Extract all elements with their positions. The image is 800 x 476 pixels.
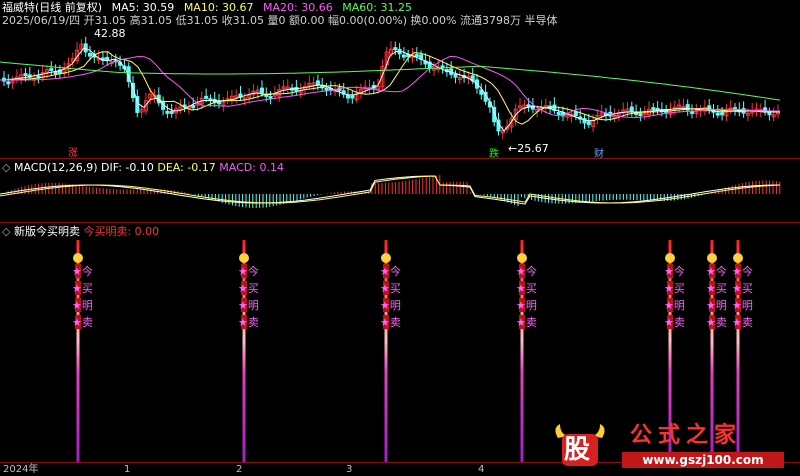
candle-body: [350, 95, 355, 99]
candle-body: [49, 68, 54, 72]
candle-body: [105, 56, 110, 61]
candle-body: [165, 110, 170, 114]
signal-char: ★卖: [516, 316, 537, 329]
signal-collapse-icon[interactable]: ◇: [2, 225, 10, 238]
x-axis-label-month: 4: [478, 464, 485, 475]
candle-body: [6, 81, 11, 85]
candle-body: [573, 111, 578, 117]
dif-label: DIF: -0.10: [101, 161, 154, 174]
coin-icon: [517, 253, 527, 263]
candle-body: [88, 52, 92, 57]
candle-body: [260, 87, 264, 94]
x-axis-label-month: 2: [236, 464, 243, 475]
signal-char: ★明: [238, 299, 259, 312]
candle-body: [401, 54, 406, 58]
candle-body: [346, 94, 350, 99]
candlestick-series: [2, 36, 780, 139]
candle-body: [191, 105, 196, 109]
panel-separator[interactable]: [0, 222, 800, 223]
signal-char: ★今: [72, 264, 93, 278]
macd-histogram: [7, 175, 781, 208]
stock-chart-window: 福威特(日线 前复权) MA5: 30.59 MA10: 30.67 MA20:…: [0, 0, 800, 476]
signal-char: ★今: [664, 264, 685, 278]
coin-icon: [73, 253, 83, 263]
candle-body: [767, 112, 772, 116]
signal-char: ★买: [380, 282, 401, 295]
signal-char: ★买: [72, 282, 93, 295]
signal-char: ★卖: [664, 316, 685, 329]
candle-body: [556, 111, 561, 115]
candle-body: [715, 112, 720, 116]
candle-body: [651, 107, 656, 111]
signal-char: ★明: [706, 299, 727, 312]
moving-average-lines: [0, 47, 781, 132]
signal-char: ★买: [706, 282, 727, 295]
signal-char: ★今: [706, 264, 727, 278]
signal-char: ★明: [516, 299, 537, 312]
signal-header: ◇ 新版今买明卖 今买明卖: 0.00: [2, 226, 159, 238]
candle-body: [720, 112, 725, 116]
coin-icon: [733, 253, 743, 263]
coin-icon: [707, 253, 717, 263]
candle-body: [638, 113, 643, 117]
ma-line: [0, 55, 781, 119]
dea-label: DEA: -0.17: [157, 161, 216, 174]
x-axis-label-month: 3: [346, 464, 353, 475]
panel-separator[interactable]: [0, 158, 800, 159]
macd-header: ◇ MACD(12,26,9) DIF: -0.10 DEA: -0.17 MA…: [2, 162, 284, 174]
die-marker[interactable]: 跌: [489, 149, 499, 161]
signal-char: ★买: [664, 282, 685, 295]
macd-value-label: MACD: 0.14: [219, 161, 284, 174]
coin-icon: [665, 253, 675, 263]
macd-collapse-icon[interactable]: ◇: [2, 161, 10, 174]
logo-char: 股: [564, 435, 591, 465]
signal-char: ★卖: [238, 316, 259, 329]
signal-char: ★买: [238, 282, 259, 295]
signal-char: ★卖: [72, 316, 93, 329]
chart-canvas[interactable]: ★今 ★买 ★明 ★卖 ★今 ★买 ★明 ★卖 ★今 ★买 ★明 ★卖 ★今 ★买 ★明 ★卖 ★今 ★买 ★明 ★卖…: [0, 0, 800, 476]
low-price-label: ←25.67: [508, 142, 549, 155]
candle-body: [526, 104, 531, 108]
signal-char: ★明: [664, 299, 685, 312]
watermark-logo: 股 公式之家 www.gszj100.com: [550, 422, 790, 470]
candle-body: [204, 95, 209, 99]
macd-title[interactable]: MACD(12,26,9): [14, 161, 98, 174]
candle-body: [268, 96, 273, 100]
signal-char: ★卖: [380, 316, 401, 329]
candle-body: [629, 106, 634, 112]
ma60-line: [0, 61, 781, 101]
signal-title[interactable]: 新版今买明卖: [14, 225, 80, 238]
x-axis-label-month: 1: [124, 464, 131, 475]
signal-char: ★今: [516, 264, 537, 278]
signal-char: ★卖: [732, 316, 753, 329]
coin-icon: [239, 253, 249, 263]
signal-char: ★买: [732, 282, 753, 295]
candle-body: [586, 121, 591, 125]
candle-body: [453, 73, 458, 78]
signal-char: ★买: [516, 282, 537, 295]
candle-body: [690, 110, 694, 114]
signal-char: ★明: [72, 299, 93, 312]
candle-body: [393, 47, 398, 51]
signal-char: ★今: [238, 264, 259, 278]
site-url: www.gszj100.com: [622, 452, 784, 468]
signal-char: ★明: [732, 299, 753, 312]
candle-body: [23, 73, 28, 77]
signal-char: ★今: [732, 264, 753, 278]
site-name: 公式之家: [630, 423, 743, 448]
coin-icon: [381, 253, 391, 263]
signal-char: ★明: [380, 299, 401, 312]
candle-body: [169, 110, 174, 114]
candle-body: [414, 54, 419, 58]
x-axis-label-year: 2024年: [3, 464, 39, 475]
signal-char: ★今: [380, 264, 401, 278]
signal-char: ★卖: [706, 316, 727, 329]
cai-marker[interactable]: 财: [594, 149, 604, 161]
candle-body: [294, 86, 299, 92]
high-price-label: 42.88: [94, 27, 126, 40]
candle-body: [324, 87, 329, 91]
candle-body: [315, 80, 320, 86]
signal-value-label: 今买明卖: 0.00: [83, 225, 160, 238]
